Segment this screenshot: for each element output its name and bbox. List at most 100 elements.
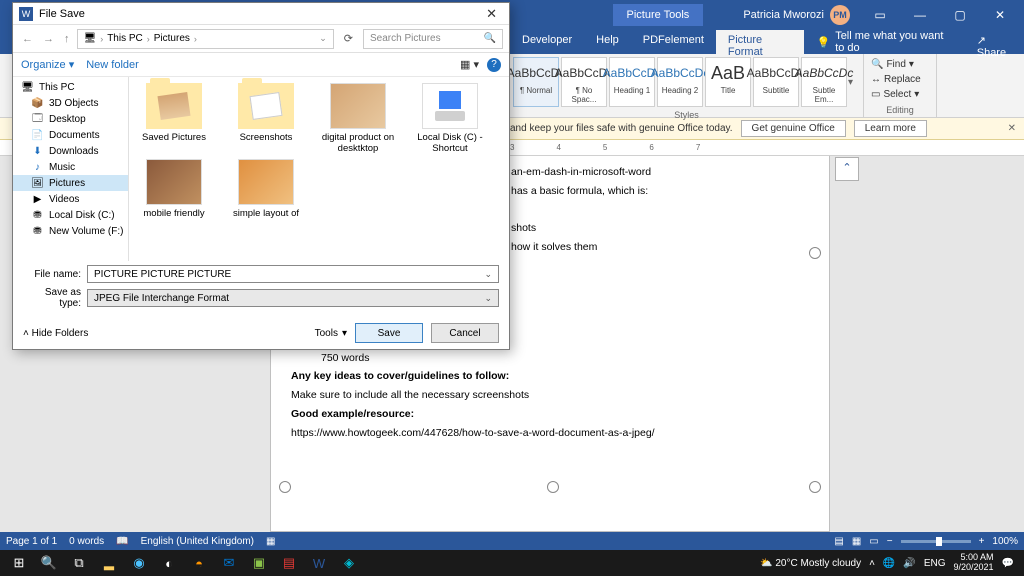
nav-fwd-icon[interactable]: →: [40, 33, 57, 45]
tab-developer[interactable]: Developer: [510, 30, 584, 54]
tools-menu[interactable]: Tools ▾: [315, 328, 347, 339]
new-folder-button[interactable]: New folder: [86, 59, 139, 71]
image-handle[interactable]: [547, 481, 559, 493]
word-icon[interactable]: W: [304, 551, 334, 575]
folder-saved-pictures[interactable]: Saved Pictures: [137, 83, 211, 155]
start-icon[interactable]: ⊞: [4, 551, 34, 575]
select-button[interactable]: ▭Select ▾: [871, 87, 929, 102]
tree-downloads[interactable]: Downloads: [13, 143, 128, 159]
refresh-icon[interactable]: ⟳: [338, 32, 359, 45]
status-page[interactable]: Page 1 of 1: [6, 536, 57, 547]
view-web-icon[interactable]: ▭: [869, 536, 878, 547]
clock[interactable]: 5:00 AM 9/20/2021: [954, 553, 994, 573]
layout-options-icon[interactable]: ⌃: [835, 157, 859, 181]
get-office-button[interactable]: Get genuine Office: [741, 120, 846, 137]
style-heading1[interactable]: AaBbCcDcHeading 1: [609, 57, 655, 107]
edge-icon[interactable]: ◉: [124, 551, 154, 575]
tray-expand-icon[interactable]: ˄: [869, 558, 875, 569]
filetype-select[interactable]: JPEG File Interchange Format⌄: [87, 289, 499, 307]
organize-menu[interactable]: Organize ▾: [21, 58, 74, 71]
tree-this-pc[interactable]: This PC: [13, 79, 128, 95]
pdf-icon[interactable]: ▤: [274, 551, 304, 575]
tab-picture-format[interactable]: Picture Format: [716, 30, 805, 54]
zoom-value[interactable]: 100%: [992, 536, 1018, 547]
nav-back-icon[interactable]: ←: [19, 33, 36, 45]
shortcut-local-disk[interactable]: Local Disk (C) - Shortcut: [413, 83, 487, 155]
view-read-icon[interactable]: ▤: [834, 536, 843, 547]
find-button[interactable]: 🔍Find ▾: [871, 57, 929, 72]
volume-icon[interactable]: 🔊: [903, 558, 915, 569]
crumb-item[interactable]: This PC: [107, 33, 143, 44]
learn-more-button[interactable]: Learn more: [854, 120, 927, 137]
app-icon[interactable]: ▣: [244, 551, 274, 575]
close-icon[interactable]: ✕: [980, 8, 1020, 22]
status-words[interactable]: 0 words: [69, 536, 104, 547]
language-indicator[interactable]: ENG: [924, 558, 946, 569]
accessibility-icon[interactable]: ▦: [266, 536, 275, 547]
chevron-down-icon[interactable]: ⌄: [484, 269, 492, 280]
view-mode-icon[interactable]: ▦ ▾: [460, 58, 479, 71]
tree-pictures[interactable]: Pictures: [13, 175, 128, 191]
file-digital-product[interactable]: digital product on desktktop: [321, 83, 395, 155]
spellcheck-icon[interactable]: 📖: [116, 536, 128, 547]
app2-icon[interactable]: ◈: [334, 551, 364, 575]
help-icon[interactable]: ?: [487, 58, 501, 72]
zoom-in-icon[interactable]: +: [979, 536, 985, 547]
cancel-button[interactable]: Cancel: [431, 323, 499, 343]
filename-input[interactable]: PICTURE PICTURE PICTURE⌄: [87, 265, 499, 283]
style-heading2[interactable]: AaBbCcDcHeading 2: [657, 57, 703, 107]
zoom-thumb[interactable]: [936, 537, 942, 546]
style-title[interactable]: AaBTitle: [705, 57, 751, 107]
firefox-icon[interactable]: ◓: [184, 551, 214, 575]
explorer-icon[interactable]: ▂: [94, 551, 124, 575]
network-icon[interactable]: 🌐: [883, 558, 895, 569]
image-handle[interactable]: [809, 481, 821, 493]
user-account[interactable]: Patricia Mworozi PM: [743, 5, 850, 25]
chevron-down-icon[interactable]: ⌄: [319, 33, 327, 44]
save-button[interactable]: Save: [355, 323, 423, 343]
folder-tree[interactable]: This PC 3D Objects Desktop Documents Dow…: [13, 77, 129, 261]
style-nospacing[interactable]: AaBbCcDc¶ No Spac...: [561, 57, 607, 107]
notifications-icon[interactable]: 💬: [1002, 558, 1014, 569]
minimize-icon[interactable]: —: [900, 8, 940, 22]
folder-screenshots[interactable]: Screenshots: [229, 83, 303, 155]
nav-up-icon[interactable]: ↑: [61, 33, 73, 45]
close-dialog-icon[interactable]: ✕: [480, 6, 503, 22]
hide-folders-button[interactable]: ˄ Hide Folders: [23, 328, 88, 339]
tree-music[interactable]: Music: [13, 159, 128, 175]
image-handle[interactable]: [809, 247, 821, 259]
weather-widget[interactable]: ⛅ 20°C Mostly cloudy: [760, 558, 861, 569]
tree-new-volume-f[interactable]: New Volume (F:): [13, 223, 128, 239]
tree-documents[interactable]: Documents: [13, 127, 128, 143]
chevron-down-icon[interactable]: ⌄: [484, 293, 492, 304]
replace-button[interactable]: ↔Replace: [871, 72, 929, 87]
view-print-icon[interactable]: ▦: [852, 536, 861, 547]
breadcrumb[interactable]: 🖥 › This PC › Pictures › ⌄: [77, 29, 334, 49]
window-settings-icon[interactable]: ▭: [860, 8, 900, 22]
close-message-icon[interactable]: ✕: [1008, 123, 1016, 134]
crumb-item[interactable]: Pictures: [154, 33, 190, 44]
dialog-titlebar[interactable]: W File Save ✕: [13, 3, 509, 25]
mail-icon[interactable]: ✉: [214, 551, 244, 575]
chrome-icon[interactable]: ◐: [154, 551, 184, 575]
search-icon[interactable]: 🔍: [34, 551, 64, 575]
status-language[interactable]: English (United Kingdom): [141, 536, 254, 547]
taskview-icon[interactable]: ⧉: [64, 551, 94, 575]
style-normal[interactable]: AaBbCcDc¶ Normal: [513, 57, 559, 107]
file-list[interactable]: Saved Pictures Screenshots digital produ…: [129, 77, 509, 261]
maximize-icon[interactable]: ▢: [940, 8, 980, 22]
search-input[interactable]: Search Pictures 🔍: [363, 29, 503, 49]
share-button[interactable]: ↗ Share: [967, 30, 1024, 54]
zoom-out-icon[interactable]: −: [887, 536, 893, 547]
zoom-slider[interactable]: [901, 540, 971, 543]
tab-pdfelement[interactable]: PDFelement: [631, 30, 716, 54]
styles-expand[interactable]: ▾: [848, 54, 861, 110]
style-subtle-emph[interactable]: AaBbCcDcSubtle Em...: [801, 57, 847, 107]
image-handle[interactable]: [279, 481, 291, 493]
tree-3d-objects[interactable]: 3D Objects: [13, 95, 128, 111]
tree-videos[interactable]: Videos: [13, 191, 128, 207]
tree-local-disk-c[interactable]: Local Disk (C:): [13, 207, 128, 223]
file-simple-layout[interactable]: simple layout of: [229, 159, 303, 219]
tell-me-search[interactable]: 💡 Tell me what you want to do: [804, 30, 966, 54]
tab-help[interactable]: Help: [584, 30, 631, 54]
